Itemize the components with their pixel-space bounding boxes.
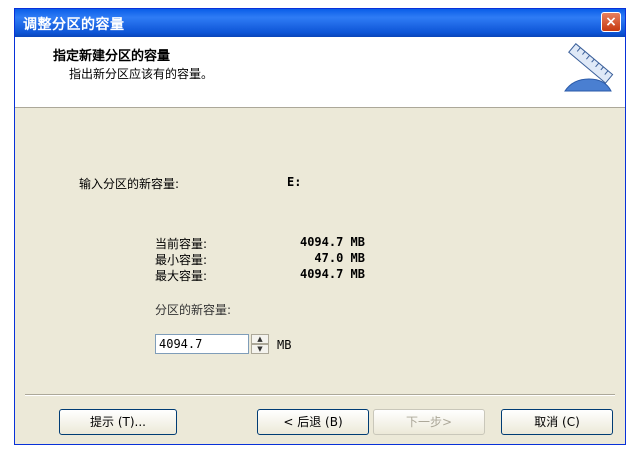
close-button[interactable]: × [601, 12, 621, 32]
current-size-value: 4094.7 MB [299, 235, 365, 249]
header-title: 指定新建分区的容量 [53, 49, 171, 64]
min-size-label: 最小容量: [155, 253, 208, 267]
min-size-value: 47.0 MB [314, 251, 365, 265]
close-icon: × [605, 14, 617, 30]
current-size-label: 当前容量: [155, 237, 208, 251]
drive-letter: E: [287, 175, 302, 189]
next-button[interactable]: 下一步> [373, 409, 485, 435]
size-unit: MB [277, 338, 292, 352]
window-title: 调整分区的容量 [23, 17, 125, 33]
spin-up-icon[interactable]: ▲ [251, 334, 269, 344]
spin-down-icon[interactable]: ▼ [251, 344, 269, 354]
cancel-button[interactable]: 取消 (C) [501, 409, 613, 435]
new-size-input[interactable]: 4094.7 [155, 334, 249, 354]
dialog-window: 调整分区的容量 × 指定新建分区的容量 指出新分区应该有的容量。 输入分区的新容… [14, 8, 626, 445]
new-size-prompt: 输入分区的新容量: [79, 177, 180, 191]
header-subtitle: 指出新分区应该有的容量。 [69, 67, 214, 81]
footer-divider [25, 394, 615, 396]
max-size-label: 最大容量: [155, 269, 208, 283]
back-button[interactable]: < 后退 (B) [257, 409, 369, 435]
max-size-value: 4094.7 MB [299, 267, 365, 281]
ruler-icon [564, 43, 614, 92]
size-spinner[interactable]: ▲ ▼ [251, 334, 269, 354]
title-bar[interactable]: 调整分区的容量 × [15, 9, 625, 37]
hint-button[interactable]: 提示 (T)... [59, 409, 177, 435]
new-size-label: 分区的新容量: [155, 303, 232, 317]
wizard-header: 指定新建分区的容量 指出新分区应该有的容量。 [15, 37, 625, 108]
